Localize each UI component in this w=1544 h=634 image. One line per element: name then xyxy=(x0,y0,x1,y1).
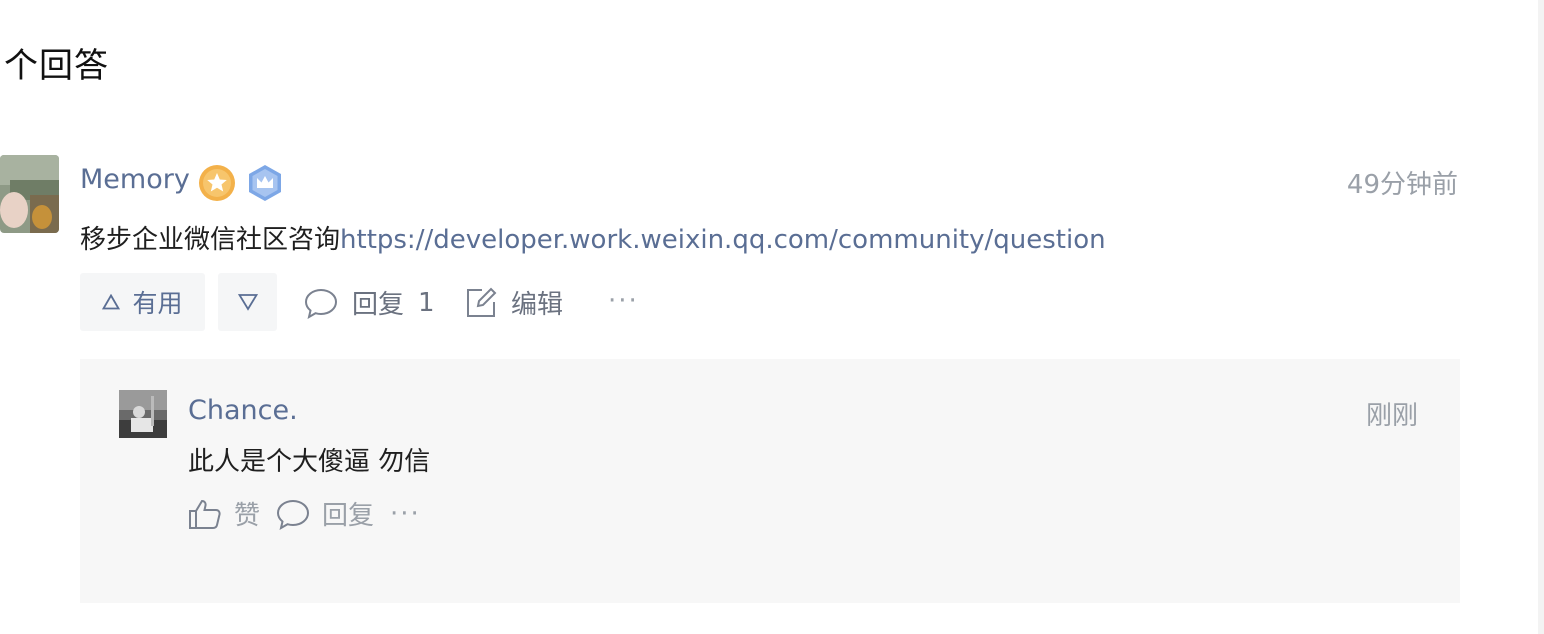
reply-reply-button[interactable]: 回复 xyxy=(276,495,374,532)
crown-badge-icon[interactable] xyxy=(246,164,284,202)
like-label: 赞 xyxy=(234,501,261,531)
scrollbar-track[interactable] xyxy=(1538,0,1544,634)
edit-button[interactable]: 编辑 xyxy=(465,284,563,321)
reply-reply-label: 回复 xyxy=(322,501,375,531)
avatar[interactable] xyxy=(0,155,59,233)
answer-text: 移步企业微信社区咨询 xyxy=(80,225,341,255)
upvote-label: 有用 xyxy=(132,289,183,318)
answer-link[interactable]: https://developer.work.weixin.qq.com/com… xyxy=(340,225,1106,255)
reply-label: 回复 xyxy=(352,290,405,320)
answer-author-name[interactable]: Memory xyxy=(80,164,190,195)
reply-author-name[interactable]: Chance. xyxy=(188,395,298,426)
edit-label: 编辑 xyxy=(511,290,564,320)
reply-actions: 赞 回复 ··· xyxy=(188,495,437,532)
comment-icon xyxy=(304,287,338,319)
star-badge-icon[interactable] xyxy=(198,164,236,202)
answers-page: 个回答 Memory 49分钟前 移步企业微信社区咨询https://devel… xyxy=(0,0,1544,634)
more-icon: ··· xyxy=(390,498,421,529)
thumbs-up-icon xyxy=(188,498,222,530)
more-icon: ··· xyxy=(608,286,639,316)
answers-section-title: 个回答 xyxy=(4,46,109,86)
answer-content: 移步企业微信社区咨询https://developer.work.weixin.… xyxy=(80,219,1106,256)
reply-thread: Chance. 刚刚 此人是个大傻逼 勿信 赞 回复 ··· xyxy=(80,359,1460,603)
reply-timestamp: 刚刚 xyxy=(1365,401,1418,431)
reply-more-button[interactable]: ··· xyxy=(390,499,421,529)
answer-timestamp: 49分钟前 xyxy=(1346,170,1458,200)
reply-button[interactable]: 回复 1 xyxy=(304,284,435,321)
upvote-button[interactable]: 有用 xyxy=(80,273,205,331)
downvote-button[interactable] xyxy=(218,273,277,331)
reply-count: 1 xyxy=(418,287,435,318)
edit-icon xyxy=(465,287,497,319)
comment-icon xyxy=(276,498,310,530)
triangle-down-icon xyxy=(237,293,258,311)
reply-text: 此人是个大傻逼 勿信 xyxy=(188,447,431,477)
like-button[interactable]: 赞 xyxy=(188,495,260,532)
triangle-up-icon xyxy=(102,294,121,310)
reply-avatar[interactable] xyxy=(119,390,167,438)
more-options-button[interactable]: ··· xyxy=(608,286,639,316)
